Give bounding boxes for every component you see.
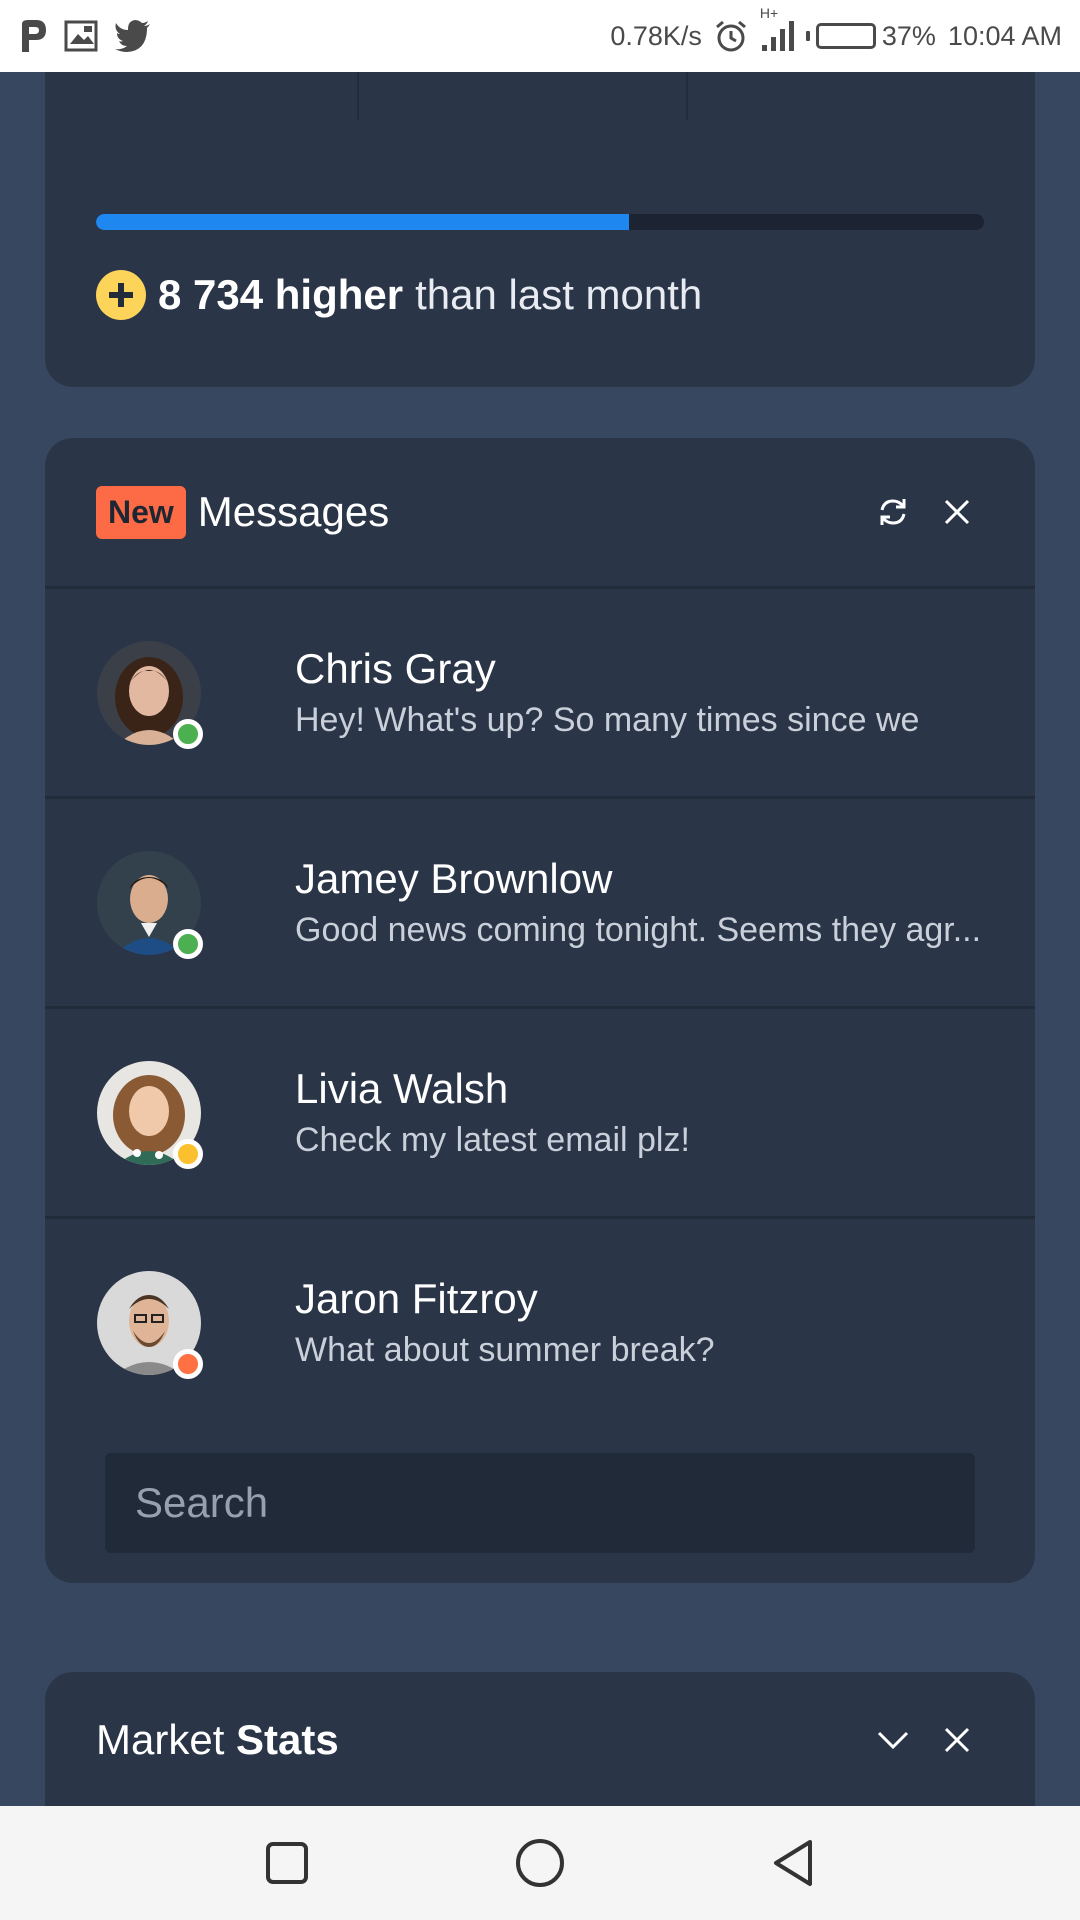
chevron-down-icon[interactable] — [875, 1722, 911, 1758]
message-text: Jamey Brownlow Good news coming tonight.… — [295, 855, 981, 950]
battery-icon — [815, 23, 876, 49]
messages-title: Messages — [197, 488, 390, 535]
sender-name: Jamey Brownlow — [295, 855, 613, 902]
progress-fill — [96, 214, 629, 230]
sender-name: Chris Gray — [295, 645, 496, 692]
stat-dividers — [45, 72, 1035, 122]
network-speed: 0.78K/s — [610, 20, 702, 51]
signal-type: H+ — [759, 5, 779, 21]
search-container — [105, 1453, 975, 1553]
away-status-dot — [173, 1138, 203, 1169]
trend-summary: 8 734 higher than last month — [96, 270, 702, 320]
message-preview: Good news coming tonight. Seems they agr… — [295, 911, 982, 949]
status-bar: 0.78K/s H+ 37% 10:04 AM — [0, 0, 1080, 72]
divider — [357, 72, 359, 120]
image-icon — [64, 20, 98, 52]
message-text: Jaron Fitzroy What about summer break? — [295, 1275, 715, 1370]
refresh-icon[interactable] — [875, 494, 911, 530]
market-stats-card: Market Stats — [45, 1672, 1035, 1806]
market-title-regular: Market — [96, 1716, 225, 1763]
back-icon[interactable] — [763, 1833, 823, 1893]
message-item[interactable]: Livia Walsh Check my latest email plz! — [45, 1006, 1035, 1216]
notification-icons — [18, 18, 152, 54]
twitter-icon — [114, 20, 152, 52]
message-preview: Hey! What's up? So many times since we — [295, 701, 920, 739]
market-stats-header: Market Stats — [45, 1672, 1035, 1806]
search-input[interactable] — [105, 1453, 975, 1553]
message-preview: Check my latest email plz! — [295, 1121, 690, 1159]
pinterest-icon — [18, 18, 48, 54]
trend-value: 8 734 higher — [158, 271, 404, 318]
divider — [686, 72, 688, 120]
avatar — [97, 1060, 203, 1169]
message-preview: What about summer break? — [295, 1331, 715, 1369]
close-icon[interactable] — [939, 494, 975, 530]
sender-name: Jaron Fitzroy — [295, 1275, 538, 1322]
signal-icon: H+ — [760, 5, 798, 53]
busy-status-dot — [173, 1348, 203, 1379]
sender-name: Livia Walsh — [295, 1065, 509, 1112]
battery-indicator: 37% — [805, 20, 936, 52]
plus-icon — [96, 270, 146, 320]
messages-actions — [875, 438, 975, 586]
message-text: Chris Gray Hey! What's up? So many times… — [295, 645, 919, 740]
summary-card: 8 734 higher than last month — [45, 72, 1035, 387]
market-stats-title: Market Stats — [96, 1716, 339, 1764]
message-item[interactable]: Jaron Fitzroy What about summer break? — [45, 1216, 1035, 1426]
home-icon[interactable] — [510, 1833, 570, 1893]
online-status-dot — [173, 928, 203, 959]
market-title-bold: Stats — [236, 1716, 339, 1763]
clock: 10:04 AM — [947, 20, 1062, 51]
close-icon[interactable] — [939, 1722, 975, 1758]
status-indicators: 0.78K/s H+ 37% 10:04 AM — [610, 5, 1062, 53]
alarm-icon — [714, 19, 748, 53]
progress-bar — [96, 214, 984, 230]
dashboard-scroll-area[interactable]: 8 734 higher than last month New Message… — [0, 72, 1080, 1806]
system-navigation-bar — [0, 1806, 1080, 1920]
new-badge: New — [96, 485, 186, 539]
message-item[interactable]: Jamey Brownlow Good news coming tonight.… — [45, 796, 1035, 1006]
recent-apps-icon[interactable] — [257, 1833, 317, 1893]
online-status-dot — [173, 718, 203, 749]
message-text: Livia Walsh Check my latest email plz! — [295, 1065, 690, 1160]
message-item[interactable]: Chris Gray Hey! What's up? So many times… — [45, 586, 1035, 796]
market-actions — [875, 1672, 975, 1806]
trend-text: than last month — [415, 271, 703, 318]
battery-percent: 37% — [881, 20, 936, 51]
message-list: Chris Gray Hey! What's up? So many times… — [45, 586, 1035, 1426]
avatar — [97, 850, 203, 959]
messages-card: New Messages Chris Gray Hey! What's up? … — [45, 438, 1035, 1583]
messages-header: New Messages — [45, 438, 1035, 586]
avatar — [97, 1270, 203, 1379]
avatar — [97, 640, 203, 749]
battery-cap — [805, 31, 810, 41]
